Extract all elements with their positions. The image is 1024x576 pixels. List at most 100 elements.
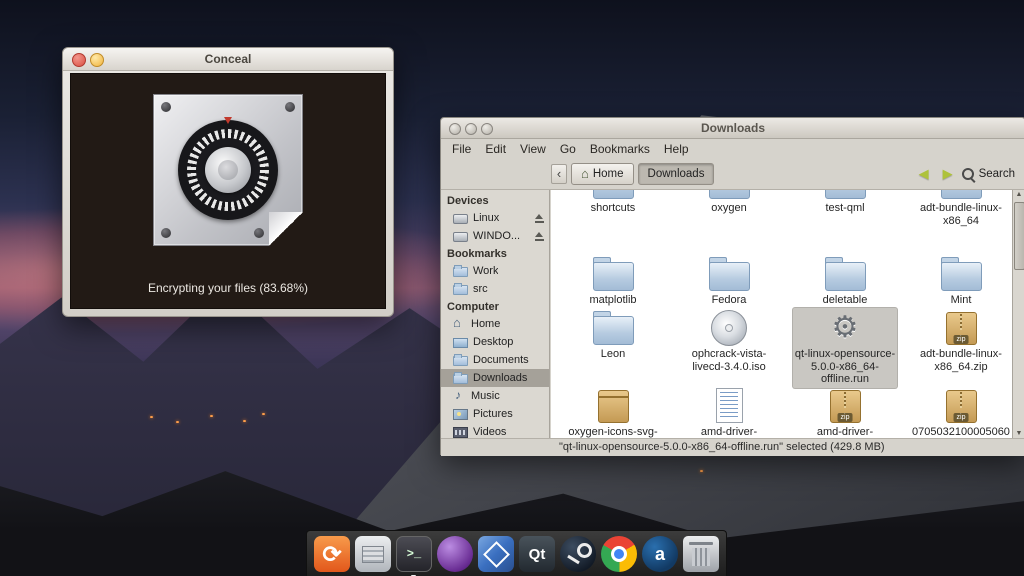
dock-trash-icon[interactable] [683,536,719,572]
menu-bar: FileEditViewGoBookmarksHelp [441,139,1024,159]
file-name: oxygen-icons-svg-4.9.5-1-any.pkg.tar. [561,426,665,438]
file-name: Leon [561,348,665,361]
file-item[interactable]: shortcuts [561,190,665,217]
dock-terminal-icon[interactable] [396,536,432,572]
fm-titlebar[interactable]: Downloads [441,118,1024,139]
file-item[interactable]: amd-driver- [677,386,781,438]
sidebar-item-documents[interactable]: Documents [441,351,549,369]
dock-steam-icon[interactable] [560,536,596,572]
village-light [262,413,265,415]
dock-chrome-icon[interactable] [601,536,637,572]
menu-view[interactable]: View [513,140,553,158]
location-button-downloads[interactable]: Downloads [638,163,715,185]
file-list: shortcuts oxygen test-qml adt-bundle-linux-… [551,190,1024,438]
disc-icon [705,310,753,346]
sidebar-item-label: Desktop [473,336,513,348]
home-button[interactable]: ⌂ Home [571,163,634,185]
drive-icon [453,214,468,224]
toolbar: ‹ ⌂ Home Downloads ◀ ▶ Search [441,159,1024,190]
file-name: adt-bundle-linux-x86_64 [909,202,1013,227]
sidebar-item-windo[interactable]: WINDO... [441,227,549,245]
conceal-window-title: Conceal [63,48,393,70]
vertical-scrollbar[interactable]: ▲ ▼ [1012,190,1024,438]
sidebar-item-label: WINDO... [473,230,520,242]
search-icon [962,168,974,180]
dock-file-archiver-icon[interactable] [355,536,391,572]
zip-badge: zip [838,413,853,422]
conceal-titlebar[interactable]: Conceal [63,48,393,71]
dock-web-browser-icon[interactable] [437,536,473,572]
dial-pointer [224,117,232,124]
file-grid: shortcuts oxygen test-qml adt-bundle-linux-… [551,190,1013,438]
file-item[interactable]: ophcrack-vista-livecd-3.4.0.iso [677,308,781,375]
file-item[interactable]: Leon [561,308,665,363]
back-arrow-button[interactable]: ◀ [914,166,934,182]
file-item[interactable]: matplotlib [561,254,665,309]
dock-icon-label: Qt [529,546,546,563]
sidebar-item-pictures[interactable]: Pictures [441,405,549,423]
file-item[interactable]: Fedora [677,254,781,309]
eject-icon[interactable] [535,232,544,241]
folder-icon [937,190,985,200]
close-button[interactable] [449,123,461,135]
file-item[interactable]: zipamd-driver- [793,386,897,438]
sidebar-item-downloads[interactable]: Downloads [441,369,549,387]
file-item[interactable]: deletable [793,254,897,309]
sidebar-item-src[interactable]: src [441,280,549,298]
file-item[interactable]: oxygen [677,190,781,217]
file-item[interactable]: adt-bundle-linux-x86_64 [909,190,1013,229]
sidebar-item-linux[interactable]: Linux [441,209,549,227]
file-item[interactable]: oxygen-icons-svg-4.9.5-1-any.pkg.tar. [561,386,665,438]
sidebar-header-devices: Devices [441,192,549,209]
minimize-button[interactable] [465,123,477,135]
scroll-down-arrow[interactable]: ▼ [1013,430,1024,437]
file-item[interactable]: qt-linux-opensource-5.0.0-x86_64-offline… [793,308,897,388]
encryption-status: Encrypting your files (83.68%) [71,281,385,295]
home-icon [453,319,466,329]
folder-icon [589,310,637,346]
screw-icon [254,228,264,238]
sidebar-item-label: src [473,283,488,295]
minimize-button[interactable] [90,53,104,67]
file-item[interactable]: Mint [909,254,1013,309]
scrollbar-thumb[interactable] [1014,202,1024,270]
videos-icon [453,427,468,438]
path-scroll-left-button[interactable]: ‹ [551,164,567,184]
file-name: shortcuts [561,202,665,215]
file-item[interactable]: zip0705032100005060 [909,386,1013,438]
zip-icon: zip [937,310,985,346]
search-button[interactable]: Search [962,168,1015,180]
menu-go[interactable]: Go [553,140,583,158]
eject-icon[interactable] [535,214,544,223]
dock-virtualbox-icon[interactable] [478,536,514,572]
fm-window-title: Downloads [441,118,1024,138]
sidebar-item-home[interactable]: Home [441,315,549,333]
menu-edit[interactable]: Edit [478,140,513,158]
status-bar: "qt-linux-opensource-5.0.0-x86_64-offlin… [441,438,1024,456]
screw-icon [161,102,171,112]
sidebar-item-music[interactable]: Music [441,387,549,405]
sidebar-item-videos[interactable]: Videos [441,423,549,438]
dock-qt-creator-icon[interactable]: Qt [519,536,555,572]
close-button[interactable] [72,53,86,67]
zip-badge: zip [954,413,969,422]
folder-icon [821,256,869,292]
home-button-label: Home [593,168,624,180]
maximize-button[interactable] [481,123,493,135]
file-name: deletable [793,294,897,307]
dock-amarok-icon[interactable]: a [642,536,678,572]
menu-bookmarks[interactable]: Bookmarks [583,140,657,158]
menu-file[interactable]: File [445,140,478,158]
folder-icon [453,267,468,277]
sidebar-item-work[interactable]: Work [441,262,549,280]
menu-help[interactable]: Help [657,140,696,158]
scroll-up-arrow[interactable]: ▲ [1013,191,1024,198]
zip-icon: zip [821,388,869,424]
dial-knob [205,147,251,193]
forward-arrow-button[interactable]: ▶ [938,166,958,182]
file-item[interactable]: zipadt-bundle-linux-x86_64.zip [909,308,1013,375]
sidebar-item-label: Linux [473,212,499,224]
file-item[interactable]: test-qml [793,190,897,217]
dock-sync-icon[interactable] [314,536,350,572]
sidebar-item-desktop[interactable]: Desktop [441,333,549,351]
